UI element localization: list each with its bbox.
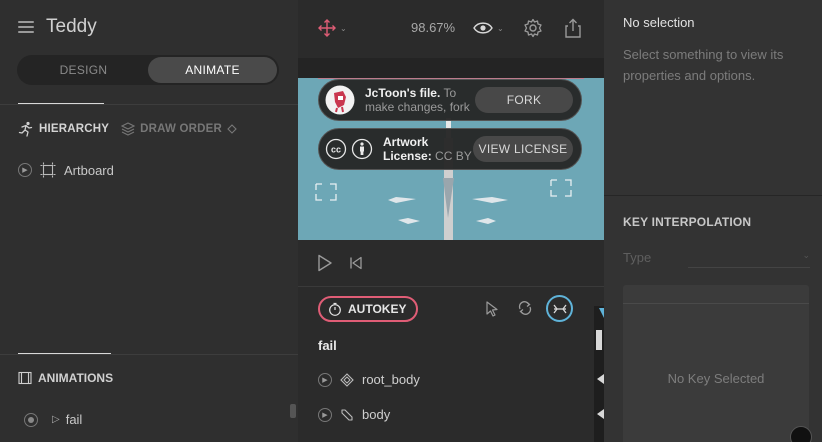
license-label: License: xyxy=(383,149,432,163)
export-button[interactable] xyxy=(564,18,582,38)
graph-baseline xyxy=(623,303,809,304)
panel-tabs: HIERARCHY DRAW ORDER xyxy=(18,121,237,137)
timeline-row-body[interactable]: ▶ body xyxy=(318,407,390,422)
divider xyxy=(0,354,298,355)
stage-toolbar: ⌄ 98.67% ⌄ xyxy=(298,0,604,58)
expand-arrows-icon xyxy=(552,304,567,313)
timeline-row-root-body[interactable]: ▶ root_body xyxy=(318,372,420,387)
creative-commons-icon: cc xyxy=(325,138,347,160)
timeline-panel: AUTOKEY fail ▶ root_body ▶ body xyxy=(298,286,604,442)
design-mode-button[interactable]: DESIGN xyxy=(19,57,148,83)
editor-center: ⌄ 98.67% ⌄ JcToon's file. To make change… xyxy=(298,0,604,442)
scrollbar-thumb[interactable] xyxy=(290,404,296,418)
animations-title: ANIMATIONS xyxy=(38,371,114,385)
hierarchy-item-artboard[interactable]: ▶ Artboard xyxy=(18,162,114,178)
license-value: CC BY xyxy=(435,149,472,163)
playhead-marker xyxy=(596,308,604,419)
diamond-icon xyxy=(227,124,237,134)
mode-switch: DESIGN ANIMATE xyxy=(17,55,279,85)
help-button[interactable] xyxy=(790,426,812,442)
gear-icon xyxy=(524,18,542,38)
expand-chevron-icon[interactable]: ▶ xyxy=(18,163,32,177)
artboard-icon xyxy=(40,162,56,178)
timeline-fit-button[interactable] xyxy=(546,295,573,322)
bone-icon xyxy=(341,408,353,421)
autokey-label: AUTOKEY xyxy=(348,302,407,316)
inspector-title: No selection xyxy=(623,15,695,30)
share-icon xyxy=(565,18,581,38)
attribution-icon xyxy=(351,138,373,160)
license-title: Artwork xyxy=(383,135,429,149)
loop-icon[interactable] xyxy=(517,300,533,316)
timeline-animation-name: fail xyxy=(318,338,337,353)
tab-draw-order-label: DRAW ORDER xyxy=(140,123,223,135)
hierarchy-item-label: Artboard xyxy=(64,162,114,178)
fork-button[interactable]: FORK xyxy=(475,87,573,113)
type-label: Type xyxy=(623,250,652,265)
move-arrows-icon xyxy=(318,19,336,37)
key-graph-area: No Key Selected xyxy=(623,285,809,442)
timeline-keys-strip[interactable] xyxy=(594,306,604,442)
animations-header: ANIMATIONS xyxy=(18,371,113,385)
fork-banner-title: JcToon's file. xyxy=(365,86,441,100)
view-license-button[interactable]: VIEW LICENSE xyxy=(473,136,573,162)
tab-hierarchy-label: HIERARCHY xyxy=(39,123,110,135)
menu-icon[interactable] xyxy=(18,21,34,33)
play-icon[interactable] xyxy=(317,254,333,272)
animation-item-fail[interactable]: ▷ fail xyxy=(24,412,82,427)
inspector-panel: No selection Select something to view it… xyxy=(604,0,822,442)
left-panel: Teddy DESIGN ANIMATE HIERARCHY DRAW ORDE… xyxy=(0,0,298,442)
settings-button[interactable] xyxy=(523,18,543,38)
playback-bar xyxy=(298,240,604,286)
tab-draw-order[interactable]: DRAW ORDER xyxy=(121,122,237,136)
empty-state-message: No Key Selected xyxy=(667,371,765,386)
animation-radio[interactable] xyxy=(24,412,38,427)
film-icon xyxy=(18,371,32,385)
expand-chevron-icon[interactable]: ▶ xyxy=(318,407,332,422)
fork-banner: JcToon's file. To make changes, fork FOR… xyxy=(318,79,582,121)
visibility-button[interactable]: ⌄ xyxy=(473,21,504,35)
timeline-row-label: body xyxy=(362,407,391,422)
autokey-toggle[interactable]: AUTOKEY xyxy=(318,296,419,322)
author-avatar xyxy=(325,85,355,115)
layers-icon xyxy=(121,122,136,136)
timeline-row-label: root_body xyxy=(362,372,420,387)
tab-hierarchy[interactable]: HIERARCHY xyxy=(18,121,109,137)
interpolation-type-select[interactable]: ⌄ xyxy=(688,250,810,268)
eye-icon xyxy=(473,22,493,34)
key-interpolation-heading: KEY INTERPOLATION xyxy=(623,215,752,229)
stopwatch-icon xyxy=(329,302,341,316)
animate-mode-button[interactable]: ANIMATE xyxy=(148,57,277,83)
inspector-description: Select something to view its properties … xyxy=(623,47,784,83)
divider xyxy=(0,104,298,105)
file-title: Teddy xyxy=(46,16,97,37)
app-header: Teddy xyxy=(18,16,97,38)
chevron-down-icon: ⌄ xyxy=(497,23,504,33)
chevron-down-icon: ⌄ xyxy=(802,250,810,260)
animation-item-label: fail xyxy=(65,412,83,427)
chevron-down-icon: ⌄ xyxy=(340,23,347,33)
transform-tool-button[interactable]: ⌄ xyxy=(318,19,347,37)
play-triangle-icon: ▷ xyxy=(52,414,60,425)
bone-diamond-icon xyxy=(340,372,354,387)
expand-chevron-icon[interactable]: ▶ xyxy=(318,372,332,387)
zoom-level[interactable]: 98.67% xyxy=(411,20,455,35)
divider xyxy=(604,195,822,196)
svg-text:cc: cc xyxy=(331,145,341,155)
running-figure-icon xyxy=(18,121,33,137)
cursor-icon[interactable] xyxy=(485,301,499,317)
license-banner: cc Artwork License: CC BY VIEW LICENSE xyxy=(318,128,582,170)
skip-to-start-icon[interactable] xyxy=(349,256,363,270)
